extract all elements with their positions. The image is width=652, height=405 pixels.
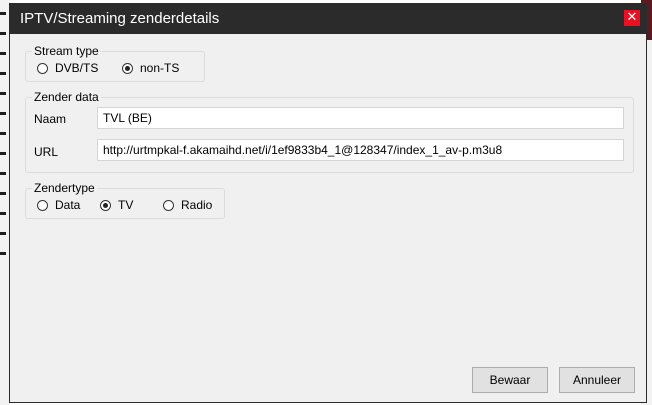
close-icon: ✕: [626, 10, 638, 25]
radio-radio-indicator[interactable]: [163, 199, 174, 211]
zendertype-legend: Zendertype: [34, 181, 95, 195]
radio-radio-label: Radio: [181, 198, 213, 212]
naam-input[interactable]: TVL (BE): [97, 107, 624, 129]
naam-label: Naam: [34, 112, 67, 126]
radio-radio[interactable]: Radio: [163, 198, 212, 212]
radio-dvb-ts-indicator[interactable]: [37, 62, 48, 74]
save-button[interactable]: Bewaar: [472, 367, 548, 393]
radio-tv-indicator[interactable]: [100, 199, 111, 211]
url-input[interactable]: http://urtmpkal-f.akamaihd.net/i/1ef9833…: [97, 139, 624, 161]
zender-data-legend: Zender data: [34, 90, 99, 104]
radio-data-indicator[interactable]: [37, 199, 48, 211]
url-label: URL: [34, 145, 59, 159]
cancel-button[interactable]: Annuleer: [559, 367, 635, 393]
radio-data[interactable]: Data: [37, 198, 80, 212]
radio-dvb-ts[interactable]: DVB/TS: [37, 61, 98, 75]
dialog-titlebar[interactable]: IPTV/Streaming zenderdetails ✕: [10, 4, 646, 34]
radio-non-ts-label: non-TS: [140, 61, 180, 75]
zender-details-dialog: IPTV/Streaming zenderdetails ✕ Stream ty…: [9, 3, 647, 403]
radio-data-label: Data: [55, 198, 81, 212]
dialog-title: IPTV/Streaming zenderdetails: [20, 10, 220, 27]
radio-non-ts[interactable]: non-TS: [122, 61, 179, 75]
close-button[interactable]: ✕: [624, 10, 640, 26]
radio-dvb-ts-label: DVB/TS: [55, 61, 99, 75]
radio-non-ts-indicator[interactable]: [122, 62, 133, 74]
stream-type-legend: Stream type: [34, 44, 99, 58]
radio-tv[interactable]: TV: [100, 198, 133, 212]
radio-tv-label: TV: [118, 198, 134, 212]
